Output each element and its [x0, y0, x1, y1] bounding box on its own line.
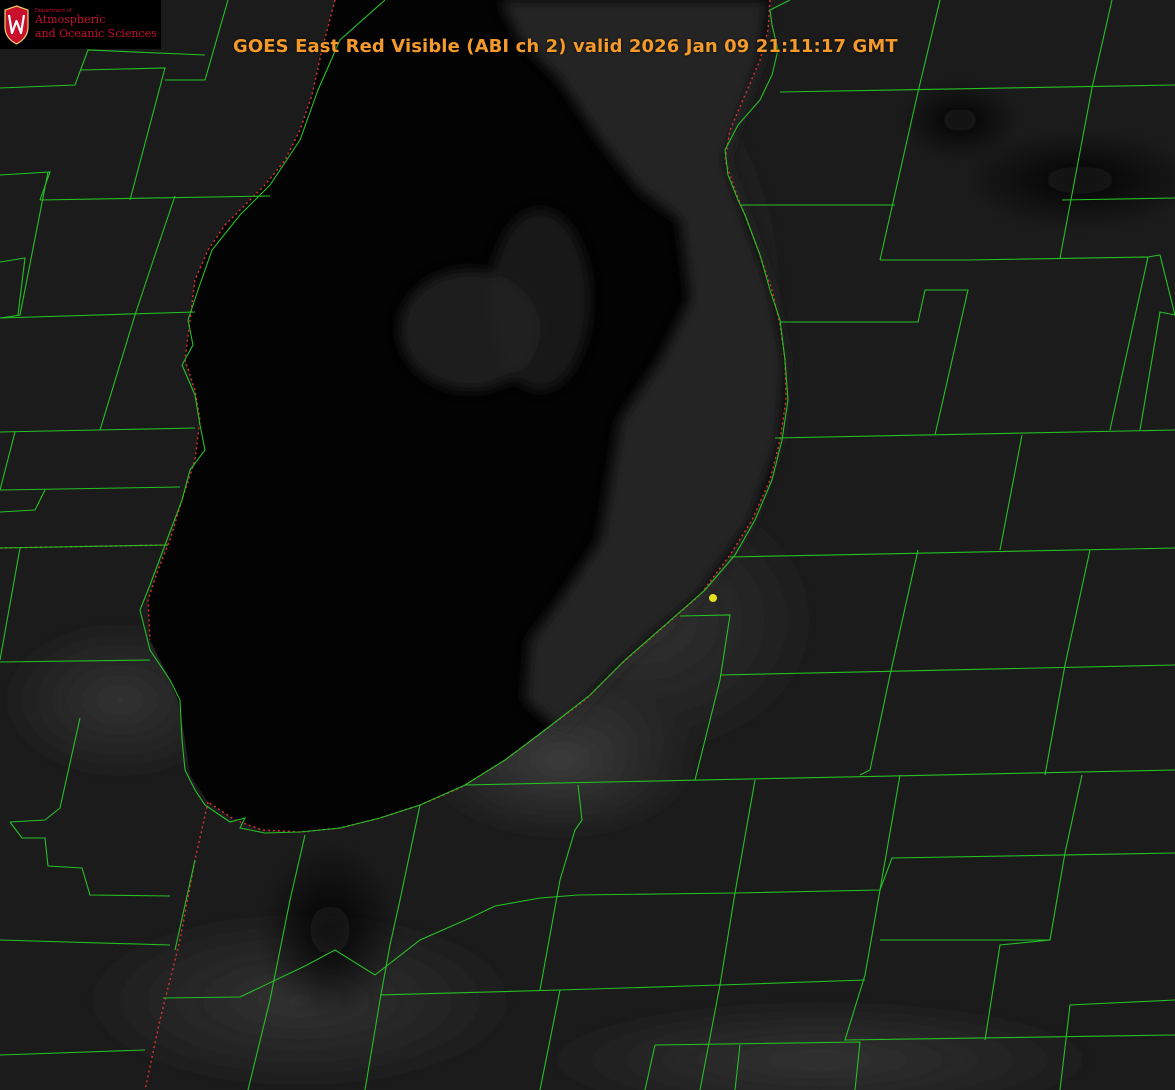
location-dot-icon — [709, 594, 717, 602]
satellite-image — [0, 0, 1175, 1090]
logo-line-1: Atmospheric — [35, 13, 106, 26]
logo-line-2: and Oceanic Sciences — [35, 27, 157, 40]
satellite-map-viewer: Department of Atmospheric and Oceanic Sc… — [0, 0, 1175, 1090]
logo: Department of Atmospheric and Oceanic Sc… — [0, 0, 161, 49]
university-shield-icon — [4, 5, 29, 45]
image-title: GOES East Red Visible (ABI ch 2) valid 2… — [233, 36, 898, 57]
